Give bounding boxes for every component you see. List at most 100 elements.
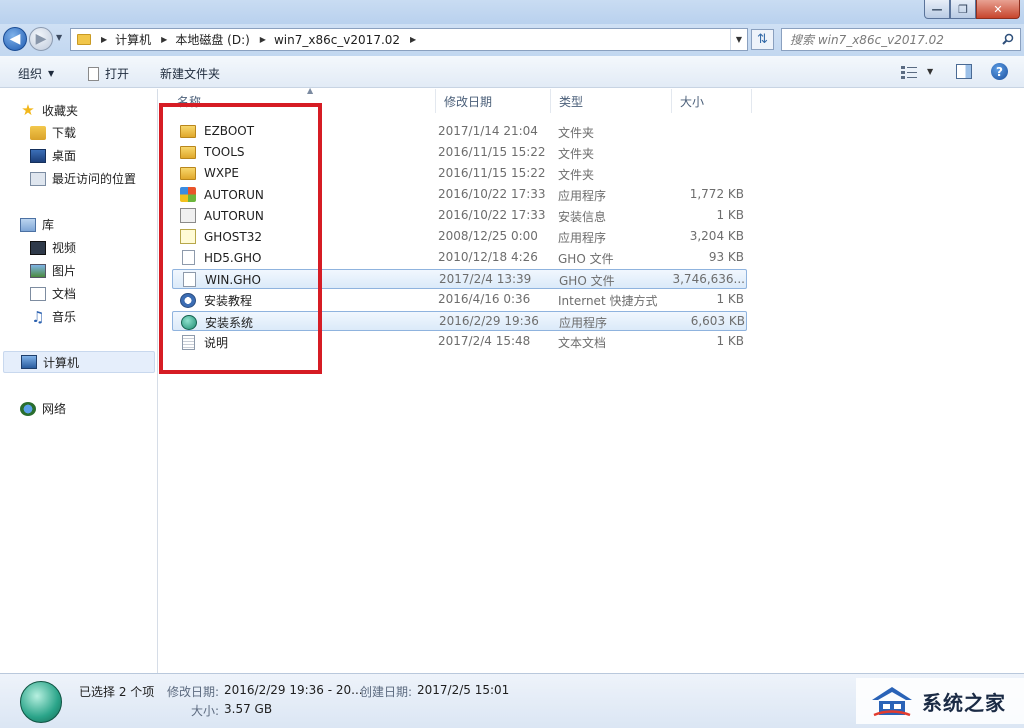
sidebar-item-label: 收藏夹 (42, 103, 79, 118)
open-button[interactable]: 打开 (88, 65, 129, 82)
selection-count: 已选择 2 个项 (79, 685, 155, 699)
file-type: 应用程序 (558, 231, 607, 245)
back-arrow-icon: ◀ (9, 31, 21, 47)
open-file-icon (88, 66, 99, 81)
highlight-annotation-box (159, 103, 322, 374)
file-type: 文本文档 (558, 336, 607, 350)
file-size: 1,772 KB (689, 187, 744, 201)
sidebar-item-downloads[interactable]: 下载 (30, 124, 76, 141)
column-header-type[interactable]: 类型 (551, 89, 672, 113)
watermark-text: 系统之家 (922, 690, 1006, 715)
sidebar-item-videos[interactable]: 视频 (30, 239, 76, 256)
back-button[interactable]: ◀ (3, 27, 27, 51)
file-type: 文件夹 (558, 126, 595, 140)
file-date: 2016/10/22 17:33 (438, 208, 546, 222)
view-options-dropdown-icon[interactable]: ▼ (927, 67, 933, 76)
house-logo-icon (872, 687, 912, 717)
file-date: 2017/1/14 21:04 (438, 124, 538, 138)
library-icon (20, 217, 36, 232)
star-icon: ★ (21, 101, 35, 119)
breadcrumb: ▶ 计算机 ▶ 本地磁盘 (D:) ▶ win7_x86c_v2017.02 ▶ (97, 31, 424, 48)
file-date: 2008/12/25 0:00 (438, 229, 538, 243)
sidebar-item-label: 桌面 (52, 149, 77, 163)
forward-arrow-icon: ▶ (35, 31, 47, 47)
sidebar-item-recent-places[interactable]: 最近访问的位置 (30, 170, 136, 187)
sidebar-item-documents[interactable]: 文档 (30, 285, 76, 302)
file-type: GHO 文件 (559, 274, 615, 288)
sidebar-item-favorites[interactable]: ★ 收藏夹 (20, 101, 78, 119)
pictures-icon (30, 263, 46, 278)
documents-icon (30, 286, 46, 301)
chevron-right-icon[interactable]: ▶ (410, 35, 416, 44)
address-history-dropdown-icon[interactable]: ▼ (730, 29, 747, 50)
column-header-label: 修改日期 (444, 94, 493, 109)
file-type: 应用程序 (558, 189, 607, 203)
search-input[interactable] (790, 32, 990, 47)
sidebar-item-desktop[interactable]: 桌面 (30, 147, 76, 164)
folder-icon (77, 34, 91, 45)
new-folder-label: 新建文件夹 (160, 67, 221, 81)
address-row: ◀ ▶ ▼ ▶ 计算机 ▶ 本地磁盘 (D:) ▶ win7_x86c_v201… (0, 24, 1024, 56)
sidebar-item-libraries[interactable]: 库 (20, 216, 54, 233)
file-date: 2016/10/22 17:33 (438, 187, 546, 201)
search-icon[interactable] (1002, 33, 1014, 45)
file-date: 2017/2/4 13:39 (439, 272, 532, 286)
column-header-size[interactable]: 大小 (672, 89, 752, 113)
file-date: 2010/12/18 4:26 (438, 250, 538, 264)
address-bar[interactable]: ▶ 计算机 ▶ 本地磁盘 (D:) ▶ win7_x86c_v2017.02 ▶… (70, 28, 748, 51)
desktop-icon (30, 148, 46, 163)
preview-pane-icon[interactable] (956, 64, 972, 79)
created-date-value: 2017/2/5 15:01 (417, 683, 510, 697)
file-size: 6,603 KB (690, 314, 745, 328)
window-controls: — ❐ ✕ (924, 0, 1020, 19)
sort-ascending-icon: ▲ (307, 86, 314, 95)
file-size: 93 KB (708, 250, 744, 264)
sidebar-item-label: 图片 (52, 264, 77, 278)
file-date: 2016/11/15 15:22 (438, 145, 546, 159)
change-view-icon[interactable] (901, 65, 917, 79)
recent-pages-dropdown-icon[interactable]: ▼ (56, 33, 62, 42)
file-date: 2016/11/15 15:22 (438, 166, 546, 180)
music-note-icon: ♫ (31, 307, 45, 326)
refresh-icon: ⇅ (757, 32, 768, 47)
sidebar-item-pictures[interactable]: 图片 (30, 262, 76, 279)
organize-label: 组织 (18, 67, 43, 81)
file-type: 文件夹 (558, 168, 595, 182)
sidebar-item-music[interactable]: ♫ 音乐 (30, 308, 76, 325)
file-date: 2016/4/16 0:36 (438, 292, 531, 306)
minimize-button[interactable]: — (924, 0, 950, 19)
computer-icon (21, 355, 37, 369)
sidebar-item-label: 视频 (52, 241, 77, 255)
modified-date-label: 修改日期: (167, 685, 220, 699)
refresh-button[interactable]: ⇅ (751, 29, 774, 50)
sidebar-item-computer[interactable]: 计算机 (3, 351, 155, 373)
close-button[interactable]: ✕ (976, 0, 1020, 19)
navigation-pane: ★ 收藏夹 下载 桌面 最近访问的位置 库 视频 图片 文档 ♫ 音乐 计算机 … (0, 89, 158, 673)
file-type: GHO 文件 (558, 252, 614, 266)
breadcrumb-computer[interactable]: 计算机 (115, 31, 151, 48)
search-box (781, 28, 1021, 51)
forward-button[interactable]: ▶ (29, 27, 53, 51)
file-size: 3,204 KB (689, 229, 744, 243)
chevron-right-icon[interactable]: ▶ (161, 35, 167, 44)
sidebar-item-label: 最近访问的位置 (52, 172, 137, 186)
command-bar: 组织 ▼ 打开 新建文件夹 ▼ ? (0, 56, 1024, 88)
network-icon (20, 401, 36, 416)
video-icon (30, 240, 46, 255)
new-folder-button[interactable]: 新建文件夹 (160, 65, 220, 82)
help-icon[interactable]: ? (991, 63, 1008, 80)
breadcrumb-drive-d[interactable]: 本地磁盘 (D:) (175, 31, 249, 48)
sidebar-item-label: 库 (42, 218, 55, 232)
sidebar-item-network[interactable]: 网络 (20, 400, 66, 417)
chevron-right-icon[interactable]: ▶ (260, 35, 266, 44)
file-date: 2016/2/29 19:36 (439, 314, 539, 328)
open-label: 打开 (105, 67, 130, 81)
maximize-button[interactable]: ❐ (950, 0, 976, 19)
downloads-folder-icon (30, 125, 46, 140)
file-size: 1 KB (716, 334, 744, 348)
breadcrumb-current-folder[interactable]: win7_x86c_v2017.02 (274, 33, 400, 47)
column-header-date[interactable]: 修改日期 (436, 89, 551, 113)
organize-button[interactable]: 组织 ▼ (18, 65, 54, 82)
chevron-right-icon[interactable]: ▶ (101, 35, 107, 44)
recent-places-icon (30, 171, 46, 186)
